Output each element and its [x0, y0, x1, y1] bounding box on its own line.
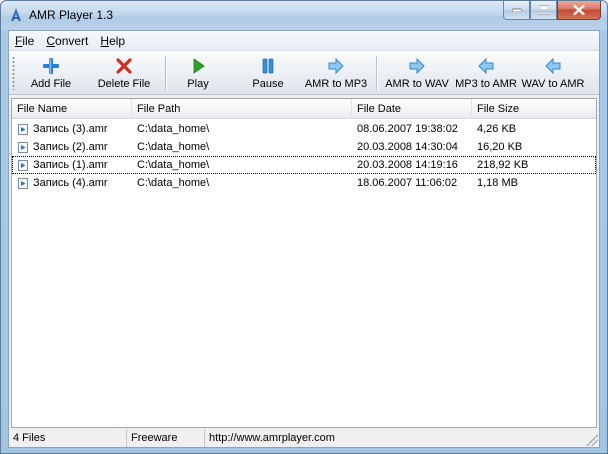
file-list[interactable]: File Name File Path File Date File Size … — [11, 98, 597, 428]
delete-file-button[interactable]: Delete File — [91, 53, 157, 93]
arrow-left-icon — [545, 57, 561, 75]
file-size: 218,92 KB — [477, 159, 529, 171]
file-date: 08.06.2007 19:38:02 — [357, 123, 458, 135]
file-size: 16,20 KB — [477, 141, 523, 153]
client-area: File Convert Help Add File Delete File P… — [8, 30, 600, 448]
minimize-icon — [512, 8, 521, 12]
maximize-button[interactable] — [530, 1, 557, 20]
file-size: 1,18 MB — [477, 177, 518, 189]
file-date: 20.03.2008 14:19:16 — [357, 159, 458, 171]
toolbar: Add File Delete File Play Pause AMR to M… — [9, 51, 599, 95]
list-rows: Запись (3).amr C:\data_home\ 08.06.2007 … — [12, 120, 596, 192]
toolbar-grip[interactable] — [12, 56, 15, 90]
caption-buttons — [503, 1, 601, 21]
wav-to-amr-button[interactable]: WAV to AMR — [519, 53, 587, 93]
arrow-right-icon — [328, 57, 344, 75]
list-item[interactable]: Запись (3).amr C:\data_home\ 08.06.2007 … — [12, 120, 596, 138]
amr-player-app-icon — [11, 8, 21, 21]
title-bar[interactable]: AMR Player 1.3 — [1, 1, 607, 30]
audio-file-icon — [18, 141, 28, 153]
file-path: C:\data_home\ — [137, 159, 210, 171]
pause-icon — [262, 58, 274, 74]
amr-to-wav-button[interactable]: AMR to WAV — [381, 53, 453, 93]
status-bar: 4 Files Freeware http://www.amrplayer.co… — [9, 429, 599, 447]
file-path: C:\data_home\ — [137, 141, 210, 153]
file-name: Запись (3).amr — [33, 123, 108, 135]
status-license: Freeware — [127, 429, 205, 447]
menu-help[interactable]: Help — [94, 31, 131, 51]
file-path: C:\data_home\ — [137, 123, 210, 135]
column-header-file-size[interactable]: File Size — [472, 99, 596, 119]
list-item[interactable]: Запись (4).amr C:\data_home\ 18.06.2007 … — [12, 174, 596, 192]
status-file-count: 4 Files — [9, 429, 127, 447]
audio-file-icon — [18, 123, 28, 135]
amr-to-mp3-button[interactable]: AMR to MP3 — [301, 53, 371, 93]
play-button[interactable]: Play — [175, 53, 221, 93]
column-header-file-date[interactable]: File Date — [352, 99, 472, 119]
play-icon — [193, 58, 205, 74]
arrow-right-icon — [409, 57, 425, 75]
delete-x-icon — [116, 58, 132, 74]
column-header-file-path[interactable]: File Path — [132, 99, 352, 119]
mp3-to-amr-button[interactable]: MP3 to AMR — [455, 53, 517, 93]
toolbar-separator — [165, 56, 167, 90]
plus-icon — [43, 58, 59, 74]
status-url: http://www.amrplayer.com — [209, 432, 335, 444]
file-size: 4,26 KB — [477, 123, 517, 135]
file-date: 18.06.2007 11:06:02 — [357, 177, 458, 189]
minimize-button[interactable] — [503, 1, 530, 20]
list-item[interactable]: Запись (2).amr C:\data_home\ 20.03.2008 … — [12, 138, 596, 156]
maximize-icon — [538, 5, 549, 15]
app-window: AMR Player 1.3 File Convert Help Add Fil… — [0, 0, 608, 454]
close-icon — [573, 5, 585, 15]
pause-button[interactable]: Pause — [243, 53, 293, 93]
file-date: 20.03.2008 14:30:04 — [357, 141, 458, 153]
arrow-left-icon — [478, 57, 494, 75]
menu-bar: File Convert Help — [9, 31, 599, 51]
column-header-file-name[interactable]: File Name — [12, 99, 132, 119]
audio-file-icon — [18, 177, 28, 189]
list-item-focused[interactable]: Запись (1).amr C:\data_home\ 20.03.2008 … — [12, 156, 596, 174]
add-file-button[interactable]: Add File — [21, 53, 81, 93]
file-path: C:\data_home\ — [137, 177, 210, 189]
menu-convert[interactable]: Convert — [40, 31, 94, 51]
resize-grip[interactable] — [586, 434, 598, 446]
menu-file[interactable]: File — [9, 31, 40, 51]
toolbar-separator — [376, 56, 378, 90]
file-name: Запись (2).amr — [33, 141, 108, 153]
file-name: Запись (1).amr — [33, 159, 108, 171]
window-title: AMR Player 1.3 — [29, 8, 114, 22]
list-header: File Name File Path File Date File Size — [12, 99, 596, 119]
file-name: Запись (4).amr — [33, 177, 108, 189]
audio-file-icon — [18, 159, 28, 171]
close-button[interactable] — [557, 1, 601, 20]
